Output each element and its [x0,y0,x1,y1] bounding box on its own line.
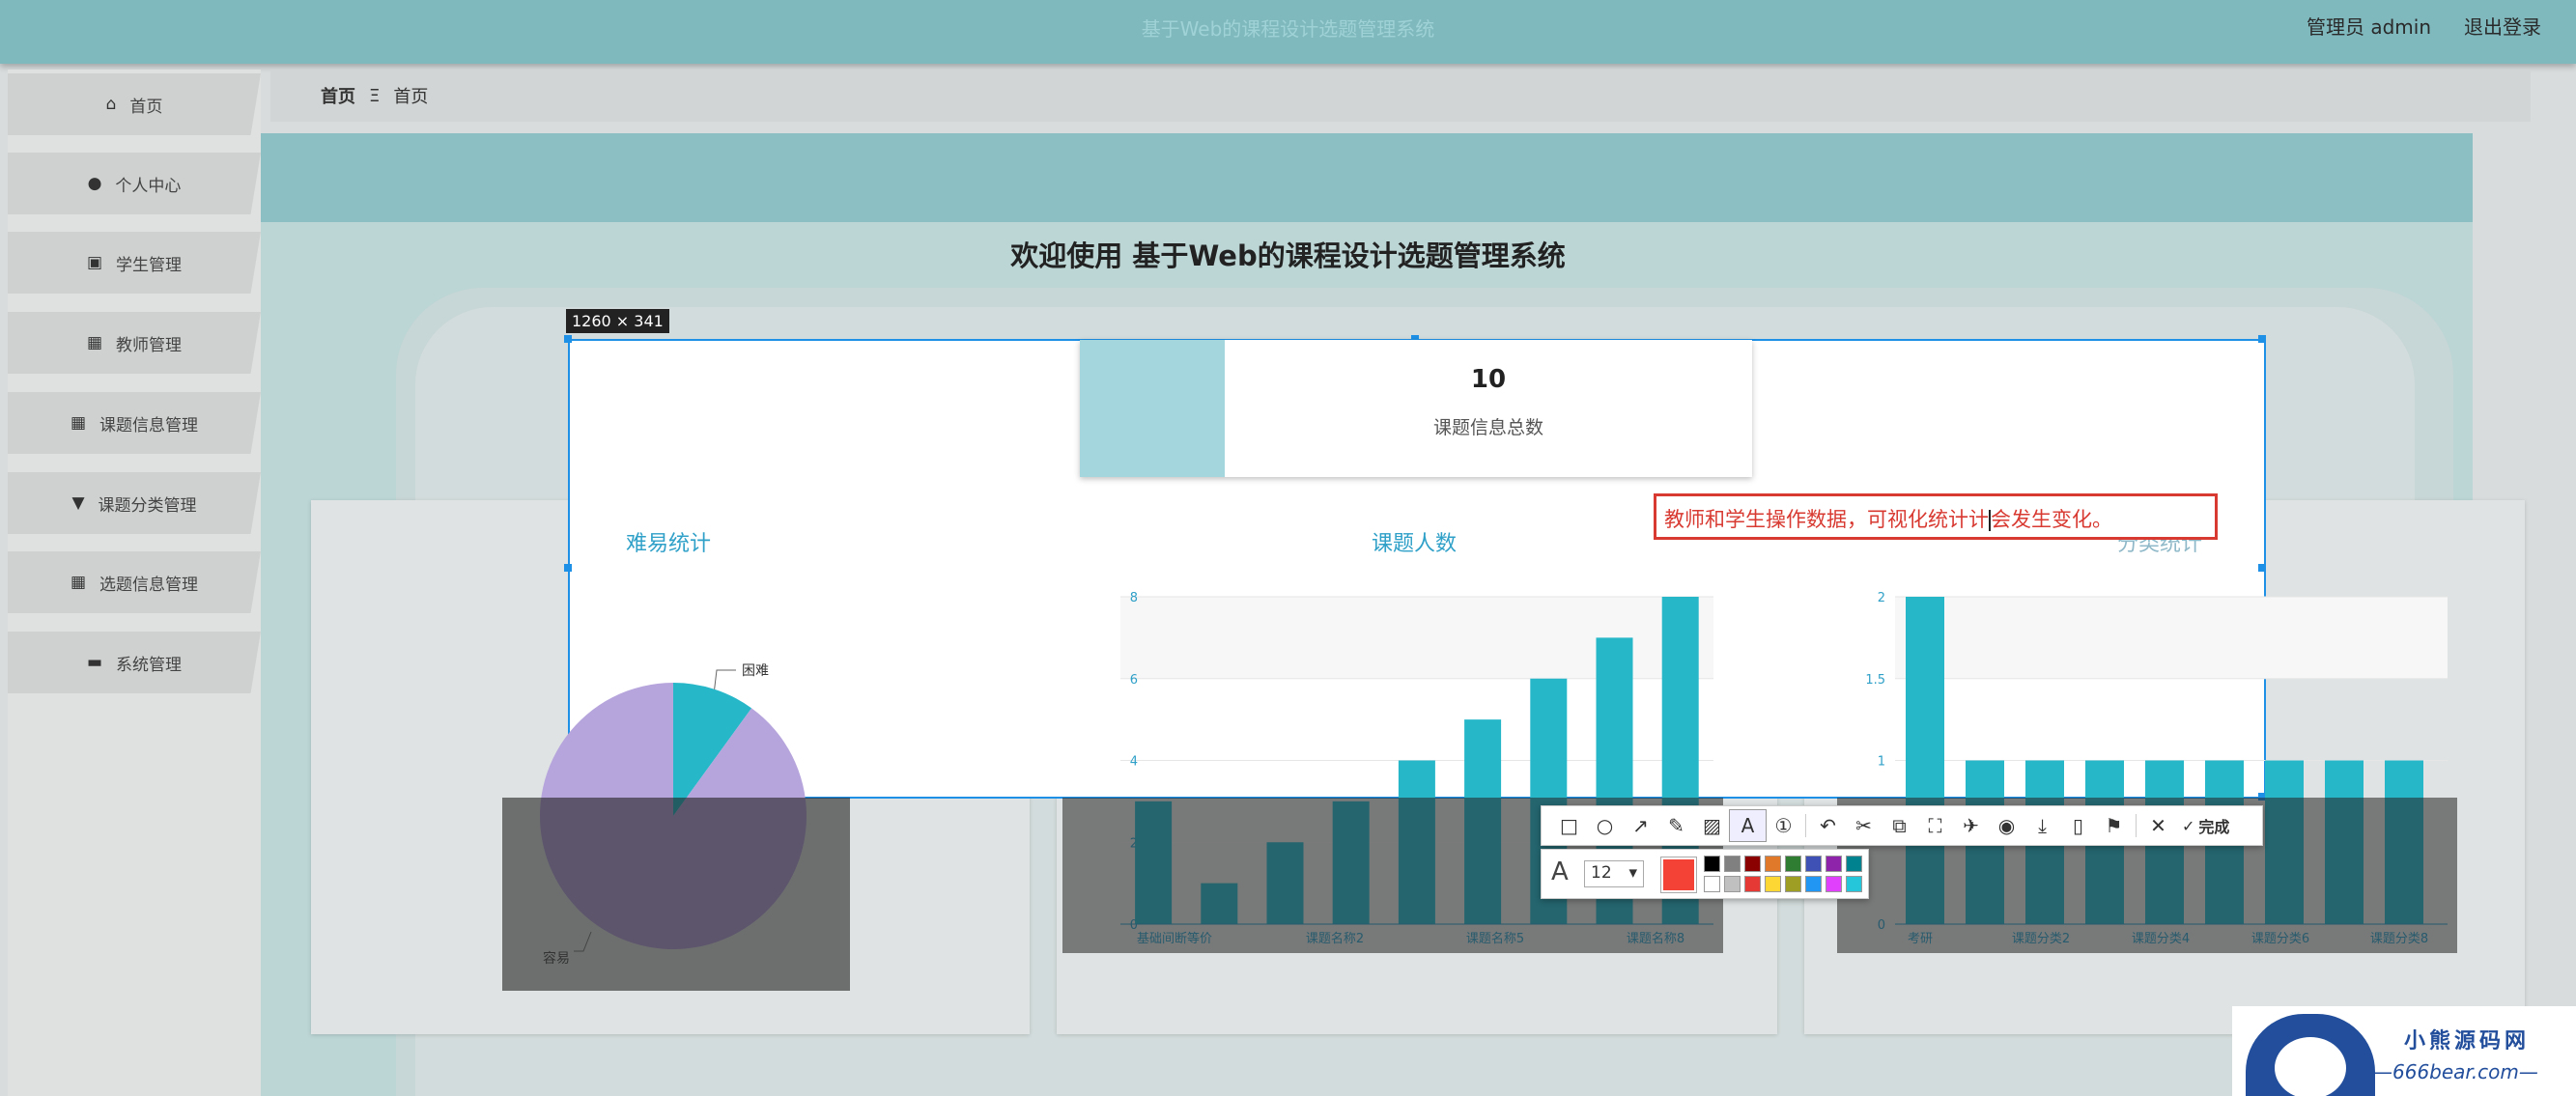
ellipse-tool-icon[interactable]: ○ [1587,810,1623,841]
palette-color-swatch[interactable] [1846,856,1862,872]
palette-color-swatch[interactable] [1724,856,1741,872]
marker-tool-icon[interactable]: ① [1766,810,1801,841]
font-size-select[interactable]: 12 ▾ [1584,860,1644,887]
text-tool-icon[interactable]: A [1729,809,1767,842]
pen-tool-icon[interactable]: ✎ [1658,810,1694,841]
watermark-name: 小熊源码网 [2404,1028,2531,1054]
save-icon[interactable]: ▯ [2060,810,2096,841]
bear-face [2275,1037,2346,1096]
check-icon: ✓ [2182,816,2195,835]
palette-color-swatch[interactable] [1826,876,1842,892]
arrow-tool-icon[interactable]: ↗ [1623,810,1658,841]
palette-color-swatch[interactable] [1785,876,1801,892]
annotation-text: 教师和学生操作数据，可视化统计计 [1664,508,1989,531]
done-button[interactable]: ✓ 完成 [2176,810,2235,841]
toolbar-separator [2136,814,2137,837]
chevron-down-icon: ▾ [1628,863,1637,883]
palette-color-swatch[interactable] [1805,856,1822,872]
record-icon[interactable]: ◉ [1989,810,2024,841]
done-label: 完成 [2198,818,2230,836]
palette-color-swatch[interactable] [1724,876,1741,892]
ocr-icon[interactable]: ✂ [1846,810,1882,841]
y-tick-label: 1 [1878,755,1885,770]
toolbar-separator [1805,814,1806,837]
watermark-url: —666bear.com— [2373,1060,2538,1083]
undo-icon[interactable]: ↶ [1810,810,1846,841]
charts-layer: 困难容易02468基础间断等价课题名称2课题名称5课题名称8011.52考研课题… [502,591,2457,991]
palette-color-swatch[interactable] [1704,856,1720,872]
pin-icon[interactable]: ✈ [1953,810,1989,841]
pie-label: 困难 [742,663,769,679]
bookmark-icon[interactable]: ⚑ [2096,810,2132,841]
y-tick-label: 6 [1130,673,1138,688]
palette-color-swatch[interactable] [1785,856,1801,872]
text-style-toolbar: A 12 ▾ [1541,849,1869,899]
y-tick-label: 1.5 [1865,673,1885,688]
font-size-value: 12 [1591,863,1612,883]
current-color-swatch[interactable] [1660,857,1697,893]
y-tick-label: 8 [1130,591,1138,605]
palette-color-swatch[interactable] [1826,856,1842,872]
palette-color-swatch[interactable] [1704,876,1720,892]
screenshot-toolbar: □ ○ ↗ ✎ ▨ A ① ↶ ✂ ⧉ ⛶ ✈ ◉ ⤓ ▯ ⚑ ✕ ✓ 完成 [1541,805,2263,846]
download-icon[interactable]: ⤓ [2024,810,2060,841]
y-tick-label: 2 [1878,591,1885,605]
close-icon[interactable]: ✕ [2140,810,2176,841]
palette-color-swatch[interactable] [1846,876,1862,892]
annotation-textbox[interactable]: 教师和学生操作数据，可视化统计计会发生变化。 [1654,493,2218,540]
rectangle-tool-icon[interactable]: □ [1551,810,1587,841]
watermark-logo: 小熊源码网 —666bear.com— [2232,1006,2576,1096]
palette-color-swatch[interactable] [1805,876,1822,892]
y-tick-label: 4 [1130,755,1138,770]
translate-icon[interactable]: ⧉ [1882,810,1917,841]
pie-label: 容易 [543,950,570,967]
pie-label-line [714,669,736,689]
palette-color-swatch[interactable] [1765,876,1781,892]
grid-band [1895,597,2448,679]
palette-color-swatch[interactable] [1765,856,1781,872]
annotation-text: 会发生变化。 [1991,508,2112,531]
palette-color-swatch[interactable] [1744,856,1761,872]
palette-color-swatch[interactable] [1744,876,1761,892]
mosaic-tool-icon[interactable]: ▨ [1694,810,1730,841]
scroll-capture-icon[interactable]: ⛶ [1917,810,1953,841]
font-icon: A [1551,857,1569,886]
